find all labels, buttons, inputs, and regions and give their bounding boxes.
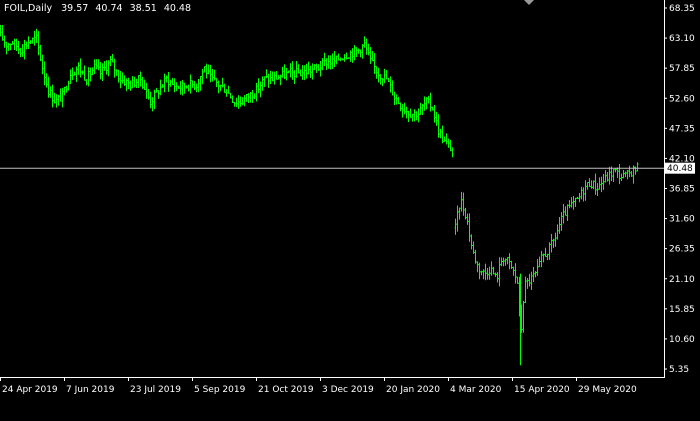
x-tick-label: 29 May 2020: [578, 385, 637, 395]
x-tick-label: 23 Jul 2019: [130, 385, 181, 395]
x-tick-label: 20 Jan 2020: [386, 385, 440, 395]
chart-header: FOIL,Daily 39.57 40.74 38.51 40.48: [4, 3, 191, 14]
y-tick-label: 5.35: [669, 365, 689, 375]
y-tick-label: 26.35: [669, 245, 695, 255]
x-tick-label: 5 Sep 2019: [194, 385, 246, 395]
x-tick-label: 7 Jun 2019: [66, 385, 115, 395]
x-tick-label: 4 Mar 2020: [450, 385, 502, 395]
y-tick-label: 52.60: [669, 94, 695, 104]
x-tick-label: 24 Apr 2019: [2, 385, 58, 395]
close-value: 40.48: [164, 3, 191, 14]
y-tick-label: 10.60: [669, 335, 695, 345]
y-tick-label: 68.35: [669, 4, 695, 14]
y-tick-label: 47.35: [669, 124, 695, 134]
y-tick-label: 63.10: [669, 34, 695, 44]
y-tick-label: 15.85: [669, 305, 695, 315]
price-chart[interactable]: 68.3563.1057.8552.6047.3542.1036.8531.60…: [0, 0, 700, 421]
y-tick-label: 36.85: [669, 185, 695, 195]
current-price-label: 40.48: [667, 164, 693, 174]
low-value: 38.51: [130, 3, 157, 14]
x-tick-label: 21 Oct 2019: [258, 385, 314, 395]
symbol-label: FOIL,Daily: [4, 3, 52, 14]
y-tick-label: 31.60: [669, 215, 695, 225]
x-tick-label: 15 Apr 2020: [514, 385, 570, 395]
open-value: 39.57: [61, 3, 88, 14]
y-tick-label: 57.85: [669, 64, 695, 74]
high-value: 40.74: [95, 3, 122, 14]
y-tick-label: 21.10: [669, 275, 695, 285]
x-tick-label: 3 Dec 2019: [322, 385, 374, 395]
